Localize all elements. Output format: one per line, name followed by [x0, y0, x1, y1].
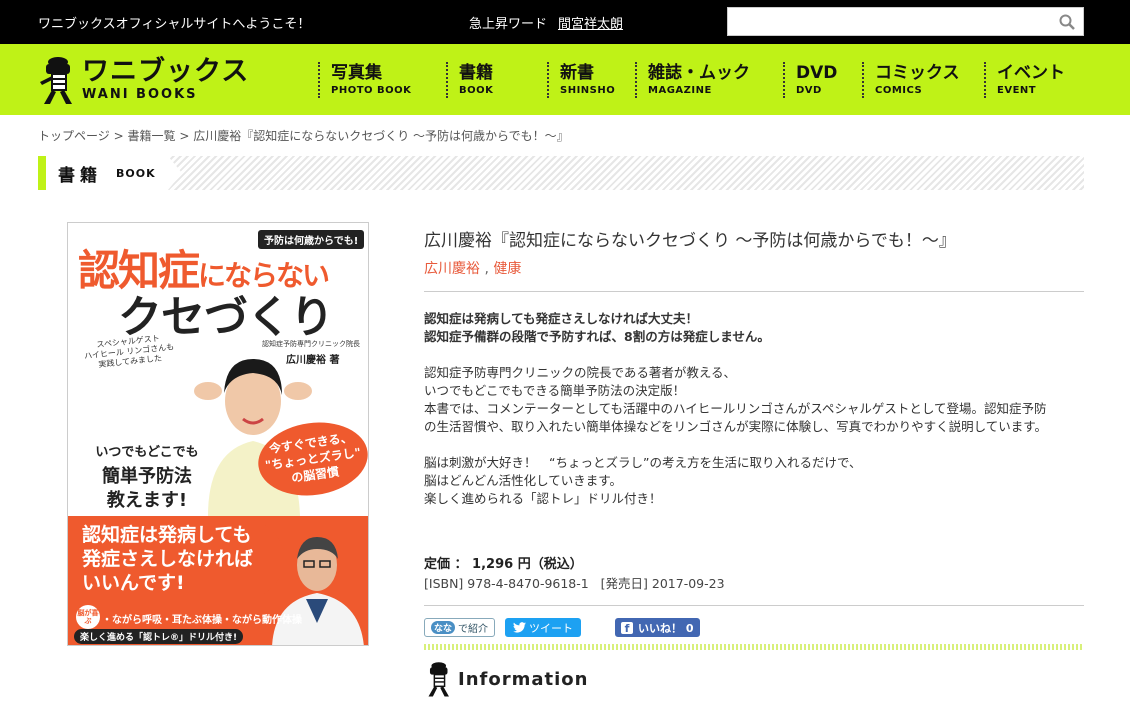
section-title-bar: 書籍 BOOK [38, 156, 1084, 190]
tweet-button[interactable]: ツイート [505, 618, 582, 637]
search-input[interactable] [728, 8, 1051, 35]
site-header: ワニブックス WANI BOOKS 写真集 PHOTO BOOK 書籍 BOOK… [0, 44, 1130, 115]
breadcrumb-current: 広川慶裕『認知症にならないクセづくり ～予防は何歳からでも！～』 [193, 129, 569, 143]
nav-event[interactable]: イベント EVENT [984, 62, 1074, 98]
release-date: 2017-09-23 [651, 576, 725, 591]
trending-label: 急上昇ワード [469, 17, 548, 32]
book-price: 定価 ： 1,296 円（税込） [424, 557, 583, 572]
introduce-button[interactable]: なな で紹介 [424, 618, 496, 637]
crocodile-mascot-icon [428, 662, 449, 697]
welcome-text: ワニブックスオフィシャルサイトへようこそ！ [38, 17, 311, 32]
nana-icon: なな [431, 621, 456, 634]
site-logo[interactable]: ワニブックス WANI BOOKS [38, 54, 249, 106]
breadcrumb: トップページ > 書籍一覧 > 広川慶裕『認知症にならないクセづくり ～予防は何… [38, 129, 569, 143]
breadcrumb-book-list[interactable]: 書籍一覧 [127, 129, 175, 143]
search-box [727, 7, 1084, 36]
book-title: 広川慶裕『認知症にならないクセづくり ～予防は何歳からでも！～』 [424, 231, 956, 251]
book-tags: 広川慶裕 , 健康 [424, 261, 522, 277]
twitter-bird-icon [513, 622, 527, 633]
book-meta: [ISBN] 978-4-8470-9618-1 [発売日] 2017-09-2… [424, 576, 725, 591]
cover-doctor-photo [272, 537, 364, 645]
book-cover-image[interactable]: 予防は何歳からでも! 認知症にならない クセづくり スペシャルゲスト ハイヒール … [67, 222, 369, 646]
divider [424, 605, 1084, 606]
dotted-divider [424, 644, 1084, 650]
section-subtitle: BOOK [116, 166, 156, 180]
book-detail: 広川慶裕『認知症にならないクセづくり ～予防は何歳からでも！～』 広川慶裕 , … [424, 230, 1084, 278]
facebook-icon: f [621, 621, 634, 635]
nav-shinsho[interactable]: 新書 SHINSHO [547, 62, 635, 98]
divider [424, 291, 1084, 292]
nav-book[interactable]: 書籍 BOOK [446, 62, 547, 98]
logo-japanese: ワニブックス [82, 56, 250, 87]
facebook-like-button[interactable]: f いいね！ 0 [615, 618, 700, 637]
main-nav: 写真集 PHOTO BOOK 書籍 BOOK 新書 SHINSHO 雑誌・ムック… [318, 62, 1074, 98]
trending-word-link[interactable]: 間宮祥太朗 [558, 13, 623, 32]
isbn: 978-4-8470-9618-1 [467, 576, 589, 591]
logo-english: WANI BOOKS [82, 87, 198, 102]
nav-comics[interactable]: コミックス COMICS [862, 62, 984, 98]
section-title: 書籍 [58, 165, 102, 186]
nav-magazine[interactable]: 雑誌・ムック MAGAZINE [635, 62, 783, 98]
search-icon[interactable] [1051, 8, 1083, 35]
book-description: 認知症は発病しても発症さえしなければ大丈夫！ 認知症予備群の段階で予防すれば、8割… [424, 311, 1048, 506]
tag-genre-link[interactable]: 健康 [493, 261, 521, 277]
information-heading: Information [424, 660, 588, 698]
top-bar: ワニブックスオフィシャルサイトへようこそ！ 急上昇ワード 間宮祥太朗 [0, 0, 1130, 44]
breadcrumb-home[interactable]: トップページ [38, 129, 110, 143]
tag-author-link[interactable]: 広川慶裕 [424, 261, 480, 277]
crocodile-mascot-icon [40, 57, 72, 104]
nav-dvd[interactable]: DVD DVD [783, 62, 862, 98]
social-buttons: なな で紹介 ツイート f いいね！ 0 [424, 618, 700, 637]
nav-photo-book[interactable]: 写真集 PHOTO BOOK [318, 62, 446, 98]
